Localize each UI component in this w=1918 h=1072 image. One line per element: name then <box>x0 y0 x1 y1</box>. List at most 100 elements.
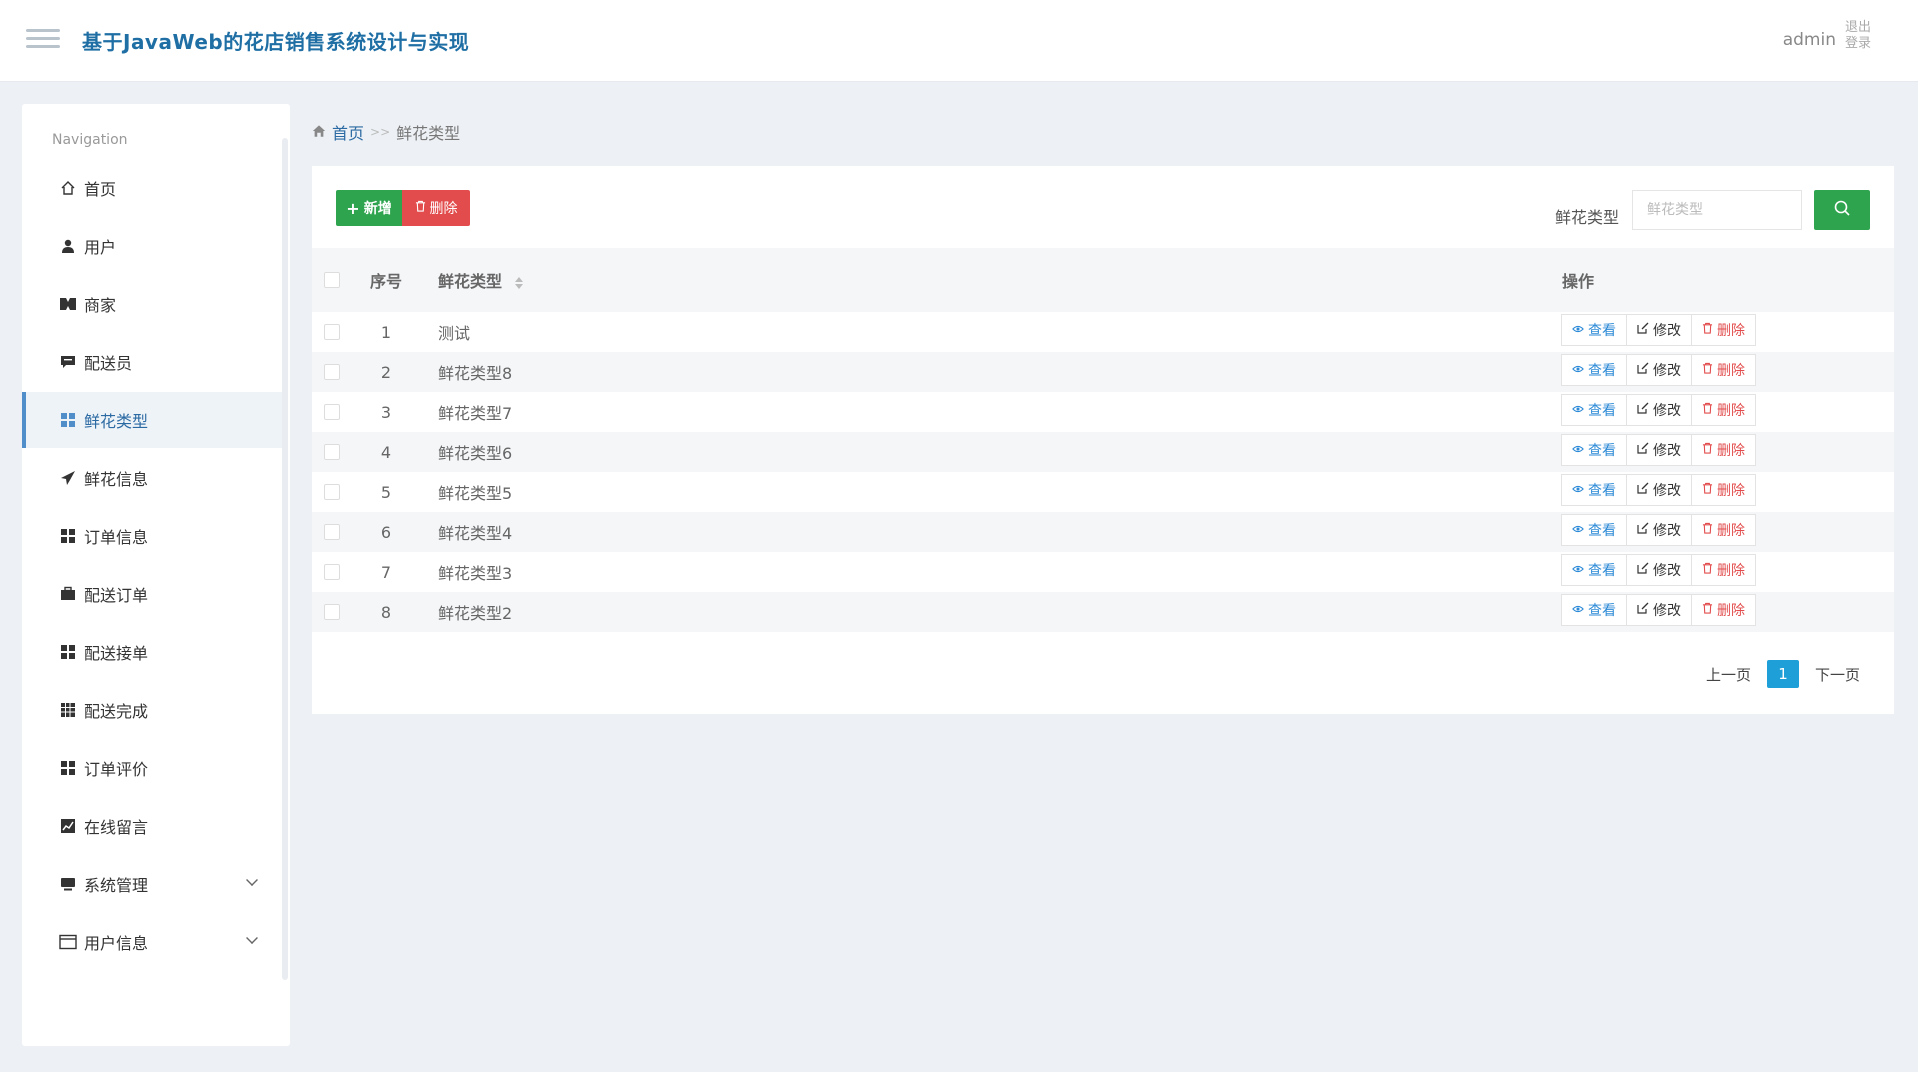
row-checkbox[interactable] <box>324 364 340 380</box>
app-title: 基于JavaWeb的花店销售系统设计与实现 <box>82 30 470 54</box>
menu-toggle-icon[interactable] <box>26 24 60 54</box>
sidebar-item-label: 配送完成 <box>84 702 149 721</box>
chat-icon <box>58 352 78 372</box>
sidebar-item-user-info[interactable]: 用户信息 <box>22 914 282 970</box>
sidebar-item-flower-info[interactable]: 鲜花信息 <box>22 450 282 506</box>
sidebar-item-delivery-done[interactable]: 配送完成 <box>22 682 282 738</box>
delete-button[interactable]: 删除 <box>1691 514 1756 546</box>
sidebar-item-order-info[interactable]: 订单信息 <box>22 508 282 564</box>
delete-button[interactable]: 删除 <box>1691 594 1756 626</box>
edit-icon <box>1637 442 1649 458</box>
edit-button[interactable]: 修改 <box>1626 354 1692 386</box>
batch-delete-label: 删除 <box>429 201 458 217</box>
row-checkbox[interactable] <box>324 564 340 580</box>
sidebar-heading: Navigation <box>52 132 128 148</box>
table-row: 3 鲜花类型7 查看 修改 删除 <box>312 392 1894 432</box>
briefcase-icon <box>58 584 78 604</box>
sidebar-item-users[interactable]: 用户 <box>22 218 282 274</box>
trash-icon <box>1702 482 1713 498</box>
edit-label: 修改 <box>1653 403 1681 419</box>
view-label: 查看 <box>1588 483 1616 499</box>
view-button[interactable]: 查看 <box>1561 434 1627 466</box>
row-flower-type: 鲜花类型7 <box>438 404 513 423</box>
sidebar-item-delivery-accept[interactable]: 配送接单 <box>22 624 282 680</box>
delete-button[interactable]: 删除 <box>1691 314 1756 346</box>
search-button[interactable] <box>1814 190 1870 230</box>
row-checkbox[interactable] <box>324 604 340 620</box>
delete-button[interactable]: 删除 <box>1691 554 1756 586</box>
edit-button[interactable]: 修改 <box>1626 594 1692 626</box>
home-icon <box>312 123 326 142</box>
row-checkbox[interactable] <box>324 484 340 500</box>
column-header-name: 鲜花类型 <box>438 272 503 291</box>
row-flower-type: 鲜花类型5 <box>438 484 513 503</box>
sidebar-item-system[interactable]: 系统管理 <box>22 856 282 912</box>
column-header-name-wrap[interactable]: 鲜花类型 <box>438 268 524 292</box>
view-button[interactable]: 查看 <box>1561 474 1627 506</box>
sidebar: Navigation 首页 用户 商家 配送员 鲜花类型 鲜花信息 订单信息 配… <box>22 104 290 1046</box>
sidebar-item-label: 系统管理 <box>84 876 149 895</box>
trash-icon <box>1702 402 1713 418</box>
sidebar-item-home[interactable]: 首页 <box>22 160 282 216</box>
column-header-actions: 操作 <box>1562 272 1595 291</box>
sidebar-item-label: 鲜花信息 <box>84 470 149 489</box>
add-button[interactable]: + 新增 <box>336 190 402 226</box>
sidebar-item-couriers[interactable]: 配送员 <box>22 334 282 390</box>
edit-label: 修改 <box>1653 603 1681 619</box>
delete-button[interactable]: 删除 <box>1691 474 1756 506</box>
sidebar-item-merchants[interactable]: 商家 <box>22 276 282 332</box>
delete-button[interactable]: 删除 <box>1691 394 1756 426</box>
edit-button[interactable]: 修改 <box>1626 514 1692 546</box>
batch-delete-button[interactable]: 删除 <box>402 190 470 226</box>
view-button[interactable]: 查看 <box>1561 394 1627 426</box>
sort-icon[interactable] <box>515 276 524 289</box>
view-button[interactable]: 查看 <box>1561 554 1627 586</box>
delete-label: 删除 <box>1717 603 1745 619</box>
page-number-current[interactable]: 1 <box>1766 660 1799 688</box>
table-header: 序号 鲜花类型 操作 <box>312 248 1894 312</box>
window-icon <box>58 932 78 952</box>
row-checkbox[interactable] <box>324 404 340 420</box>
select-all-checkbox[interactable] <box>324 272 340 288</box>
edit-icon <box>1637 522 1649 538</box>
row-checkbox[interactable] <box>324 524 340 540</box>
top-bar: 基于JavaWeb的花店销售系统设计与实现 admin 退出登录 <box>0 0 1918 82</box>
prev-page-button[interactable]: 上一页 <box>1706 664 1751 685</box>
edit-icon <box>1637 362 1649 378</box>
delete-label: 删除 <box>1717 563 1745 579</box>
logout-link[interactable]: 退出登录 <box>1840 20 1876 52</box>
breadcrumb: 首页 >> 鲜花类型 <box>312 120 460 144</box>
next-page-button[interactable]: 下一页 <box>1815 664 1860 685</box>
edit-button[interactable]: 修改 <box>1626 314 1692 346</box>
row-actions: 查看 修改 删除 <box>1561 434 1756 466</box>
view-button[interactable]: 查看 <box>1561 514 1627 546</box>
eye-icon <box>1572 402 1584 418</box>
sidebar-item-delivery-orders[interactable]: 配送订单 <box>22 566 282 622</box>
breadcrumb-home-link[interactable]: 首页 <box>332 120 364 144</box>
edit-button[interactable]: 修改 <box>1626 434 1692 466</box>
edit-button[interactable]: 修改 <box>1626 554 1692 586</box>
delete-button[interactable]: 删除 <box>1691 434 1756 466</box>
sidebar-item-flower-types[interactable]: 鲜花类型 <box>22 392 282 448</box>
delete-label: 删除 <box>1717 443 1745 459</box>
sidebar-item-order-reviews[interactable]: 订单评价 <box>22 740 282 796</box>
user-icon <box>58 236 78 256</box>
store-icon <box>58 294 78 314</box>
sidebar-scrollbar[interactable] <box>282 138 288 980</box>
row-checkbox[interactable] <box>324 444 340 460</box>
row-flower-type: 鲜花类型4 <box>438 524 513 543</box>
search-input[interactable] <box>1632 190 1802 230</box>
view-button[interactable]: 查看 <box>1561 594 1627 626</box>
edit-button[interactable]: 修改 <box>1626 394 1692 426</box>
row-index: 1 <box>380 322 392 342</box>
view-button[interactable]: 查看 <box>1561 314 1627 346</box>
row-flower-type: 鲜花类型3 <box>438 564 513 583</box>
view-button[interactable]: 查看 <box>1561 354 1627 386</box>
edit-label: 修改 <box>1653 363 1681 379</box>
delete-button[interactable]: 删除 <box>1691 354 1756 386</box>
view-label: 查看 <box>1588 523 1616 539</box>
edit-button[interactable]: 修改 <box>1626 474 1692 506</box>
sidebar-item-messages[interactable]: 在线留言 <box>22 798 282 854</box>
delete-label: 删除 <box>1717 323 1745 339</box>
row-checkbox[interactable] <box>324 324 340 340</box>
